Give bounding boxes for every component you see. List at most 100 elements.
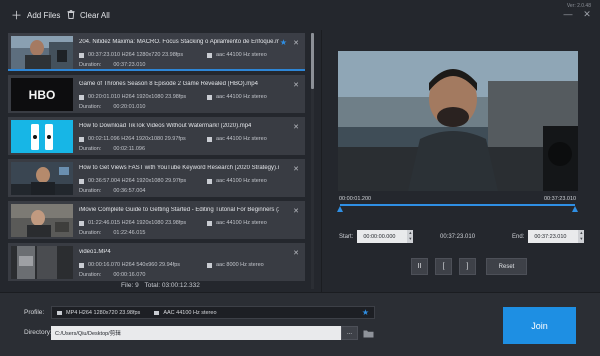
trim-start-handle[interactable] [337,206,343,212]
end-time: 00:37:23.010 [544,196,577,202]
panel-divider [321,30,322,292]
current-time: 00:00:01.200 [339,196,372,202]
file-item[interactable]: iMovie Complete Guide to Getting Started… [8,201,305,239]
audio-icon [207,136,212,142]
scrollbar-thumb[interactable] [311,33,314,89]
video-icon [57,310,62,315]
audio-info: aac 44100 Hz stereo [207,52,267,58]
file-title: iMovie Complete Guide to Getting Started… [79,207,279,213]
file-title: 204. Nitidez Máxima: MACRO. Focus Stacki… [79,39,279,45]
file-item[interactable]: How to Get Views FAST with YouTube Keywo… [8,159,305,197]
duration-line: Duration: 00:20:01.010 [79,104,146,110]
remove-file-icon[interactable]: ✕ [293,39,299,47]
video-icon [79,94,84,100]
star-icon[interactable]: ★ [280,38,287,47]
minimize-button[interactable]: — [563,9,573,19]
duration-line: Duration: 01:22:46.015 [79,230,146,236]
reset-button[interactable]: Reset [486,258,527,275]
audio-icon [154,310,160,315]
audio-icon [207,94,212,100]
audio-info: aac 8000 Hz stereo [207,262,264,268]
file-thumbnail [11,36,73,69]
audio-info: aac 44100 Hz stereo [207,178,267,184]
folder-icon[interactable] [361,326,375,340]
video-icon [79,262,84,268]
video-preview[interactable] [338,51,578,191]
file-thumbnail: HBO [11,78,73,111]
file-item[interactable]: How to Download TikTok Videos Without Wa… [8,117,305,155]
timeline-track[interactable] [340,204,575,206]
file-summary: File: 9 Total: 03:00:12.332 [121,282,200,289]
file-item[interactable]: 204. Nitidez Máxima: MACRO. Focus Stacki… [8,33,305,71]
file-title: video1.MP4 [79,249,111,255]
end-time-field[interactable]: 00:37:23.010 ▲ ▼ [528,230,585,243]
end-control: End: 00:37:23.010 ▲ ▼ [512,230,585,243]
file-item[interactable]: HBO Game of Thrones Season 8 Episode 2 G… [8,75,305,113]
audio-info: aac 44100 Hz stereo [207,94,267,100]
duration-line: Duration: 00:00:16.070 [79,272,146,278]
video-icon [79,178,84,184]
video-icon [79,52,84,58]
audio-info: aac 44100 Hz stereo [207,220,267,226]
video-info: 00:00:16.070 H264 540x960 29.94fps [79,262,180,268]
list-scrollbar[interactable] [311,33,314,289]
audio-icon [207,52,212,58]
total-duration: Total: 03:00:12.332 [144,282,200,289]
clear-all-label: Clear All [80,10,110,20]
star-icon[interactable]: ★ [362,308,369,317]
directory-input[interactable]: C:/Users/Qiu/Desktop/剪辑 [51,326,341,340]
remove-file-icon[interactable]: ✕ [293,165,299,173]
remove-file-icon[interactable]: ✕ [293,81,299,89]
end-label: End: [512,233,525,240]
add-files-label: Add Files [27,10,61,20]
directory-label: Directory: [24,329,52,336]
start-control: Start: 00:00:00.000 ▲ ▼ [339,230,414,243]
start-spinner[interactable]: ▲ ▼ [407,230,414,243]
video-info: 01:22:46.015 H264 1920x1080 23.98fps [79,220,186,226]
audio-icon [207,262,212,268]
mark-in-button[interactable]: [ [435,258,452,275]
video-icon [79,220,84,226]
remove-file-icon[interactable]: ✕ [293,249,299,257]
toolbar: ＋ Add Files Clear All Ver: 2.0.48 — ✕ [0,0,600,30]
duration-line: Duration: 00:36:57.004 [79,188,146,194]
svg-text:HBO: HBO [29,88,56,102]
add-files-button[interactable]: ＋ Add Files [11,8,60,22]
profile-select[interactable]: MP4 H264 1280x720 23.98fps AAC 44100 Hz … [51,306,375,319]
start-time-field[interactable]: 00:00:00.000 ▲ ▼ [357,230,414,243]
profile-video: MP4 H264 1280x720 23.98fps [66,309,141,316]
video-info: 00:37:23.010 H264 1280x720 23.98fps [79,52,183,58]
audio-icon [207,220,212,226]
browse-button[interactable]: ... [341,326,358,340]
trash-icon [67,9,75,21]
trim-duration: 00:37:23.010 [440,234,476,240]
file-thumbnail [11,246,73,279]
video-icon [79,136,84,142]
file-thumbnail [11,120,73,153]
remove-file-icon[interactable]: ✕ [293,207,299,215]
clear-all-button[interactable]: Clear All [67,8,110,22]
duration-line: Duration: 00:37:23.010 [79,62,146,68]
end-spinner[interactable]: ▲ ▼ [578,230,585,243]
trim-end-handle[interactable] [572,206,578,212]
file-title: Game of Thrones Season 8 Episode 2 Game … [79,81,258,87]
file-title: How to Download TikTok Videos Without Wa… [79,123,252,129]
file-title: How to Get Views FAST with YouTube Keywo… [79,165,279,171]
mark-out-button[interactable]: ] [459,258,476,275]
file-item[interactable]: video1.MP4 ✕ 00:00:16.070 H264 540x960 2… [8,243,305,281]
video-info: 00:02:11.096 H264 1920x1080 29.97fps [79,136,186,142]
video-info: 00:36:57.004 H264 1920x1080 29.97fps [79,178,186,184]
profile-audio: AAC 44100 Hz stereo [163,309,217,316]
file-list: 204. Nitidez Máxima: MACRO. Focus Stacki… [8,33,305,289]
join-button[interactable]: Join [503,307,576,344]
close-window-button[interactable]: ✕ [582,9,592,19]
remove-file-icon[interactable]: ✕ [293,123,299,131]
file-count: File: 9 [121,282,139,289]
plus-icon: ＋ [11,10,22,22]
start-label: Start: [339,233,354,240]
duration-line: Duration: 00:02:11.096 [79,146,146,152]
pause-button[interactable]: II [411,258,428,275]
video-info: 00:20:01.010 H264 1920x1080 23.98fps [79,94,186,100]
audio-icon [207,178,212,184]
file-thumbnail [11,162,73,195]
